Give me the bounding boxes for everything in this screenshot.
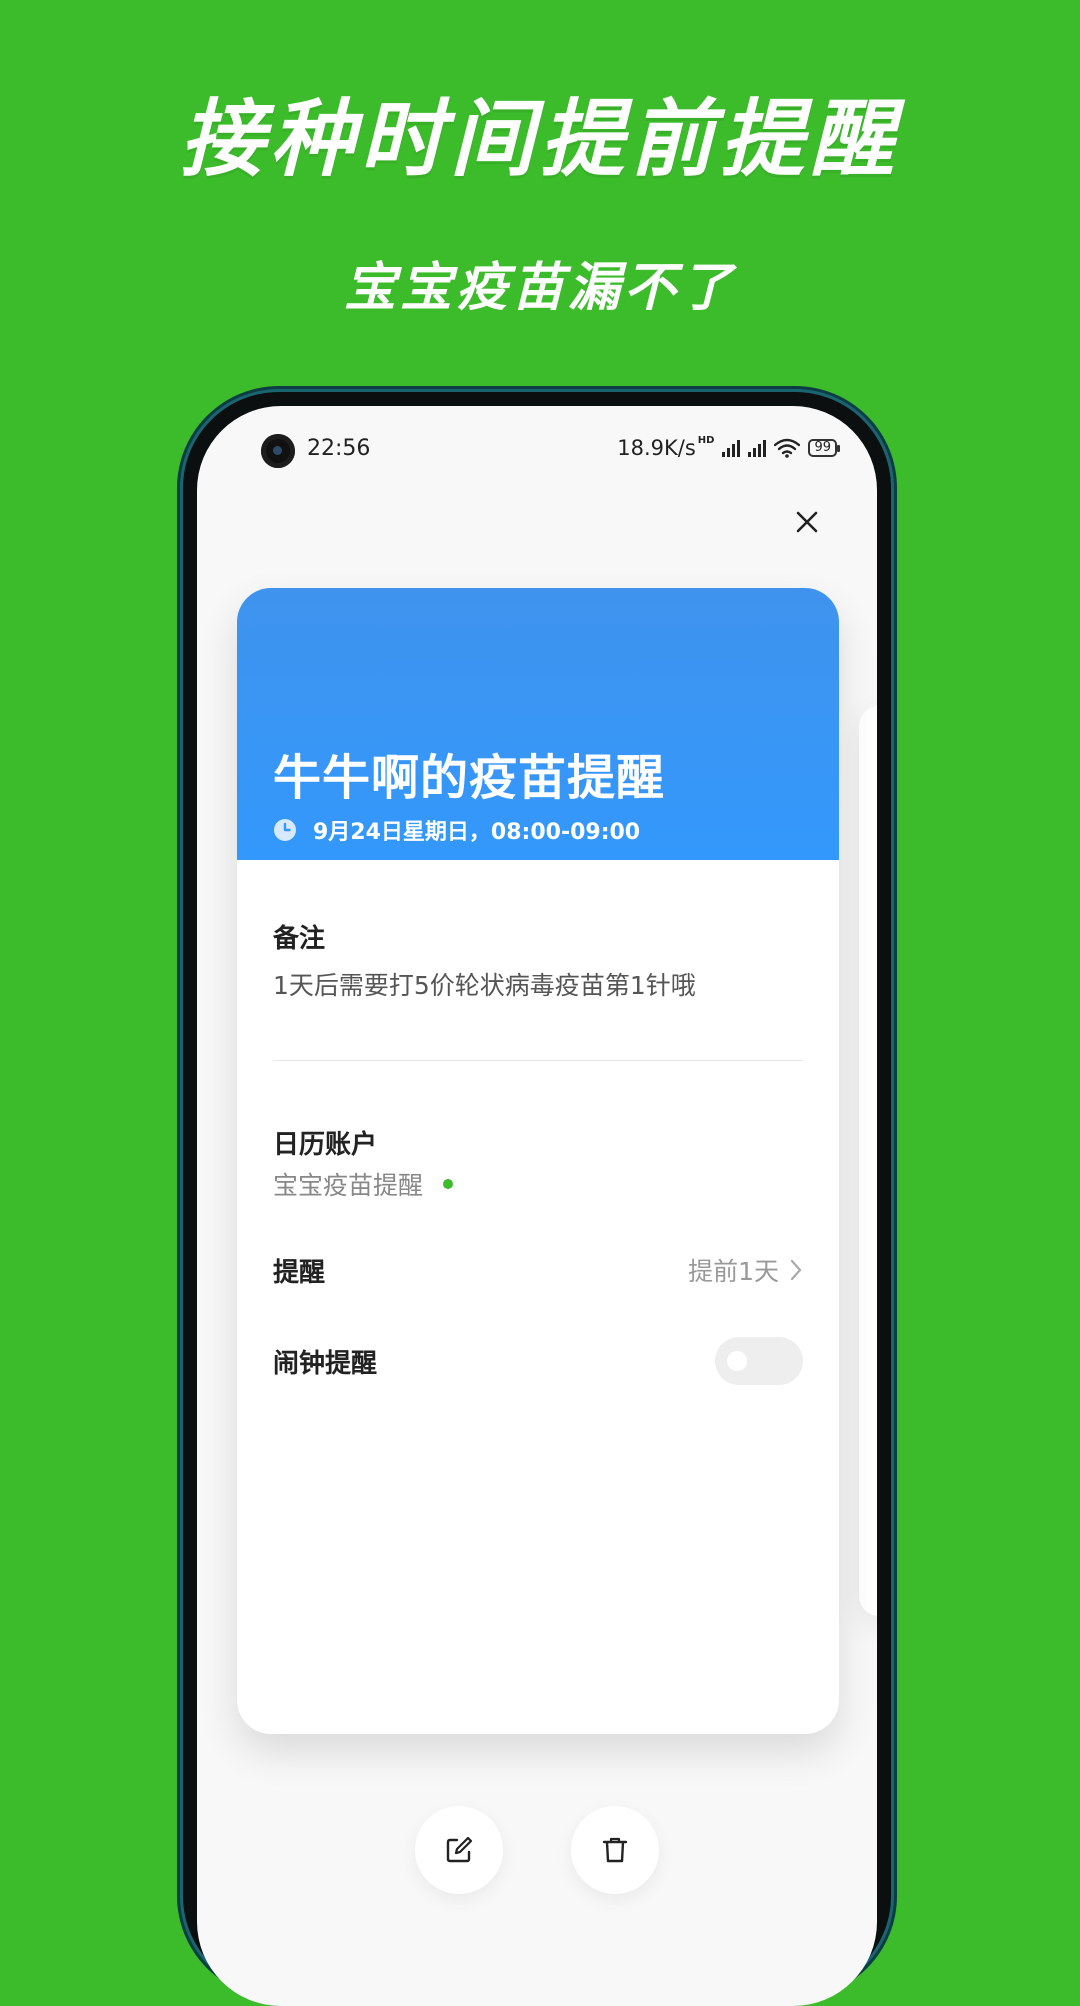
close-icon xyxy=(796,511,818,533)
battery-icon: 99 xyxy=(808,439,840,457)
reminder-label: 提醒 xyxy=(273,1257,326,1288)
signal-icon xyxy=(722,439,741,457)
edit-button[interactable] xyxy=(415,1806,503,1894)
event-title: 牛牛啊的疫苗提醒 xyxy=(273,750,666,806)
reminder-value-group: 提前1天 xyxy=(688,1252,803,1288)
account-color-dot xyxy=(443,1179,454,1189)
delete-button[interactable] xyxy=(571,1806,659,1894)
alarm-toggle[interactable] xyxy=(715,1337,803,1385)
wifi-icon xyxy=(774,438,801,458)
calendar-account-label: 日历账户 xyxy=(273,1130,378,1160)
clock-icon xyxy=(274,819,296,841)
alarm-toggle-knob xyxy=(727,1351,747,1371)
promo-title: 接种时间提前提醒 xyxy=(179,90,900,188)
calendar-account-value: 宝宝疫苗提醒 xyxy=(273,1171,424,1200)
alarm-label: 闹钟提醒 xyxy=(273,1348,378,1379)
event-card-header: 牛牛啊的疫苗提醒 9月24日星期日，08:00-09:00 xyxy=(237,588,839,860)
event-card: 牛牛啊的疫苗提醒 9月24日星期日，08:00-09:00 备注 1天后需要打5… xyxy=(237,588,839,1734)
camera-hole xyxy=(261,434,295,468)
phone-screen: 22:56 18.9K/s HD 99 牛牛啊的疫苗提醒 9月24日星期日，08… xyxy=(197,406,877,2006)
signal-icon-2 xyxy=(748,439,767,457)
event-time: 9月24日星期日，08:00-09:00 xyxy=(313,820,641,845)
close-button[interactable] xyxy=(787,502,827,542)
status-bar: 22:56 18.9K/s HD 99 xyxy=(197,406,877,486)
reminder-value: 提前1天 xyxy=(688,1257,779,1286)
reminder-row[interactable]: 提醒 提前1天 xyxy=(273,1246,803,1294)
chevron-right-icon xyxy=(790,1259,802,1281)
network-speed: 18.9K/s xyxy=(617,436,696,460)
next-event-card-peek[interactable] xyxy=(859,706,877,1616)
status-right: 18.9K/s HD 99 xyxy=(617,434,840,460)
edit-icon xyxy=(446,1836,473,1863)
alarm-row: 闹钟提醒 xyxy=(273,1334,803,1388)
calendar-account-row: 宝宝疫苗提醒 xyxy=(273,1166,454,1202)
notes-label: 备注 xyxy=(273,924,326,954)
promo-subtitle: 宝宝疫苗漏不了 xyxy=(343,258,736,318)
hd-badge: HD xyxy=(697,434,715,446)
trash-icon xyxy=(602,1837,628,1863)
notes-text: 1天后需要打5价轮状病毒疫苗第1针哦 xyxy=(273,971,696,1000)
phone-frame: 22:56 18.9K/s HD 99 牛牛啊的疫苗提醒 9月24日星期日，08… xyxy=(183,392,891,2006)
event-time-row: 9月24日星期日，08:00-09:00 xyxy=(273,814,640,846)
status-time: 22:56 xyxy=(307,436,371,461)
divider xyxy=(273,1060,803,1061)
